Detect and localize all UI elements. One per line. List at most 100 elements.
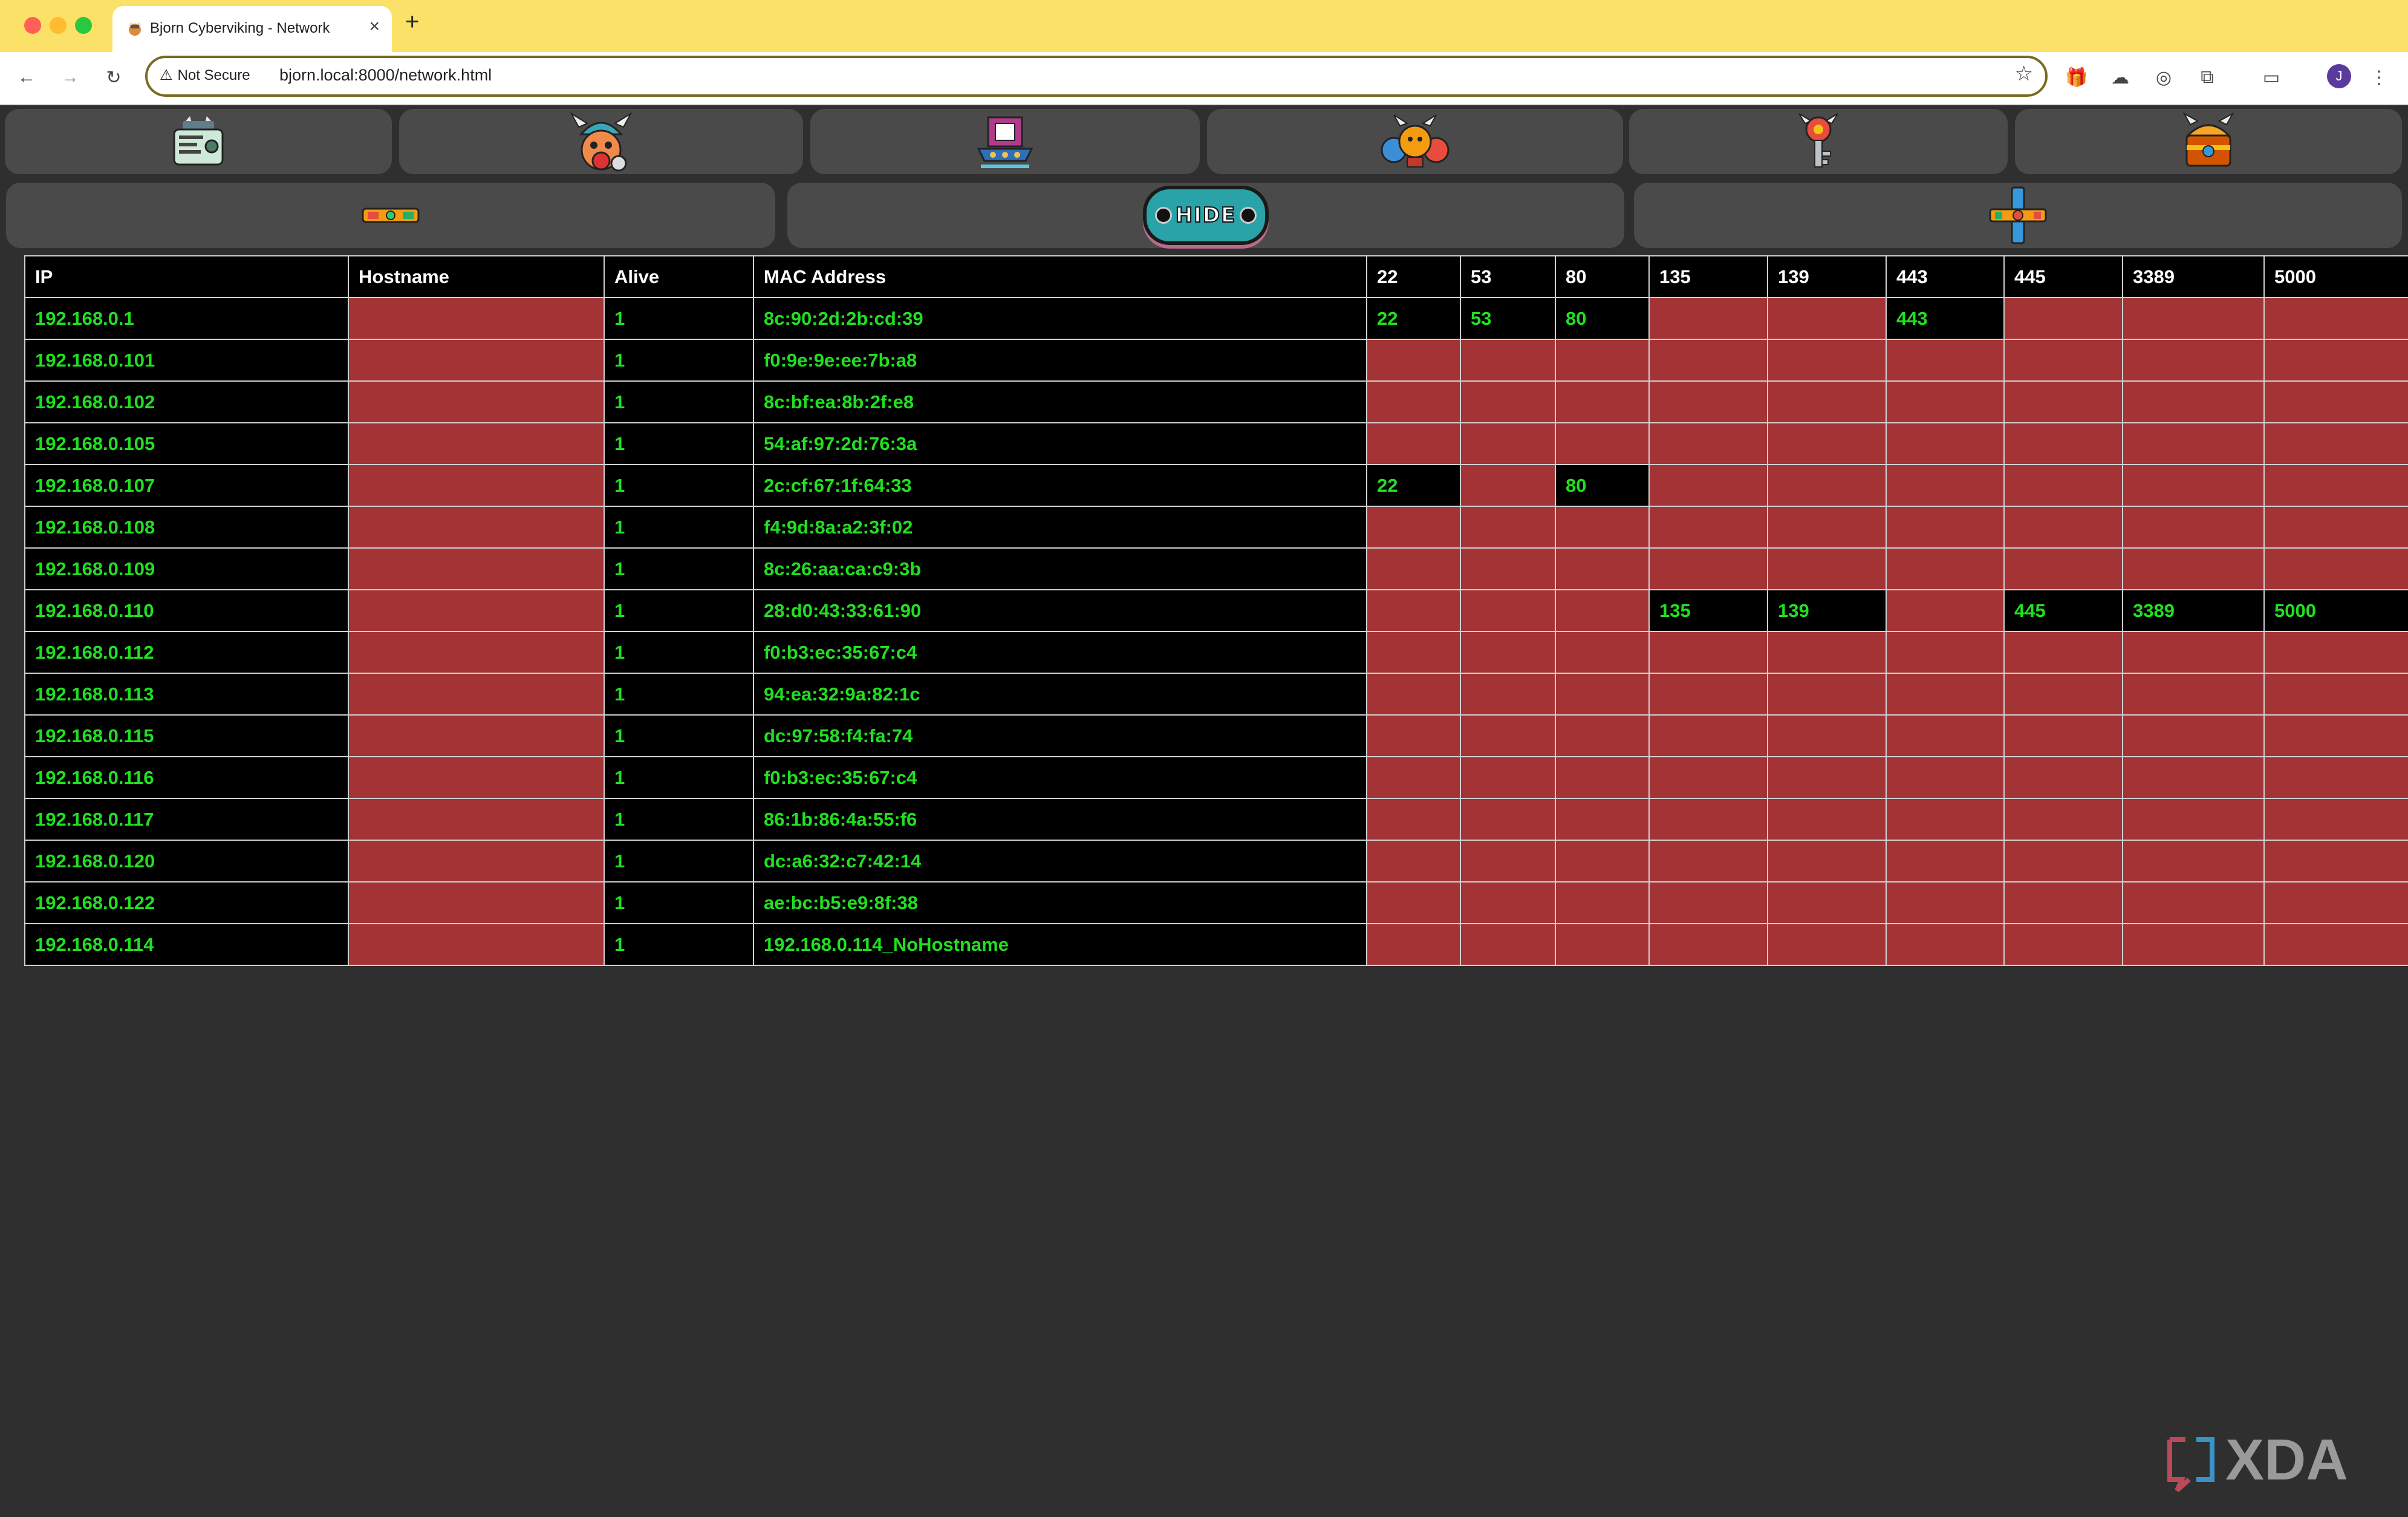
port-cell-closed: [1886, 881, 2005, 924]
hide-button-label: HIDE: [1175, 203, 1237, 228]
port-cell-closed: [2122, 673, 2265, 716]
port-cell-closed: [2003, 881, 2123, 924]
nav-button-dashboard[interactable]: [5, 109, 392, 174]
alive-cell: 1: [604, 506, 754, 549]
port-cell-closed: [2003, 756, 2123, 799]
port-cell-closed: [1648, 380, 1768, 423]
browser-tab[interactable]: Bjorn Cyberviking - Network ×: [112, 6, 392, 52]
port-cell-closed: [2003, 380, 2123, 423]
port-cell-closed: [2263, 297, 2408, 340]
port-cell-closed: [2122, 923, 2265, 966]
cross-toolbar-icon: [1989, 186, 2047, 244]
port-cell-closed: [2122, 422, 2265, 465]
reload-icon[interactable]: ↻: [99, 63, 128, 92]
ip-cell: 192.168.0.108: [24, 506, 349, 549]
port-cell-closed: [1555, 798, 1650, 841]
port-cell-closed: [1460, 840, 1556, 882]
viking-chest-icon: [2182, 112, 2234, 167]
mac-cell: f4:9d:8a:a2:3f:02: [753, 506, 1367, 549]
port-cell-closed: [1555, 547, 1650, 590]
port-cell-closed: [2003, 506, 2123, 549]
port-cell-closed: [1886, 339, 2005, 382]
column-header-139: 139: [1767, 255, 1887, 298]
header-row: IP Hostname Alive MAC Address 22 53 80 135 139 44…: [24, 255, 2408, 298]
address-bar[interactable]: ⚠ Not Secure bjorn.local:8000/network.ht…: [145, 56, 2048, 97]
port-cell-closed: [1886, 798, 2005, 841]
nav-button-settings[interactable]: [399, 109, 803, 174]
copilot-icon[interactable]: ◎: [2149, 63, 2178, 92]
forward-arrow-icon[interactable]: →: [56, 63, 85, 92]
viking-terminal-icon: [173, 116, 224, 166]
window-zoom-button[interactable]: [75, 17, 92, 34]
new-tab-icon[interactable]: +: [405, 8, 419, 36]
ip-cell: 192.168.0.112: [24, 631, 349, 674]
nav-button-attacks[interactable]: [1207, 109, 1623, 174]
back-arrow-icon[interactable]: ←: [12, 63, 41, 92]
port-cell-closed: [1366, 589, 1461, 632]
profile-avatar[interactable]: J: [2327, 64, 2351, 88]
port-cell-closed: [1366, 547, 1461, 590]
hostname-cell: [348, 631, 605, 674]
port-cell-closed: [1460, 422, 1556, 465]
toolbar-toggle-horizontal[interactable]: [6, 183, 775, 248]
media-cast-icon[interactable]: ▭: [2257, 63, 2286, 92]
port-cell-closed: [1767, 506, 1887, 549]
alive-cell: 1: [604, 547, 754, 590]
port-cell-closed: [1767, 714, 1887, 757]
port-cell-closed: [1366, 422, 1461, 465]
hostname-cell: [348, 714, 605, 757]
toolbar-toggle-cross[interactable]: [1634, 183, 2402, 248]
alive-cell: 1: [604, 673, 754, 716]
viking-gear-icon: [570, 112, 633, 172]
extensions-puzzle-icon[interactable]: ⧉: [2193, 63, 2222, 92]
more-menu-icon[interactable]: ⋮: [2364, 63, 2393, 92]
port-cell-closed: [2003, 422, 2123, 465]
port-cell-closed: [1886, 840, 2005, 882]
port-cell-open: 80: [1555, 297, 1650, 340]
port-cell-closed: [1555, 589, 1650, 632]
port-cell-closed: [1886, 547, 2005, 590]
tab-close-icon[interactable]: ×: [369, 16, 380, 37]
bookmark-star-icon[interactable]: ☆: [2015, 62, 2033, 86]
hide-button[interactable]: HIDE: [1143, 186, 1269, 245]
table-row: 192.168.0.117 1 86:1b:86:4a:55:f6: [24, 798, 2408, 841]
mac-cell: f0:9e:9e:ee:7b:a8: [753, 339, 1367, 382]
port-cell-closed: [2122, 506, 2265, 549]
port-cell-closed: [1767, 297, 1887, 340]
network-table-body: 192.168.0.1 1 8c:90:2d:2b:cd:39 22 53 80 443 19…: [24, 297, 2408, 966]
security-indicator[interactable]: ⚠ Not Secure: [160, 67, 250, 84]
port-cell-closed: [2122, 631, 2265, 674]
column-header-445: 445: [2003, 255, 2123, 298]
nav-button-loot[interactable]: [2015, 109, 2402, 174]
nav-button-network[interactable]: [810, 109, 1200, 174]
window-close-button[interactable]: [24, 17, 41, 34]
column-header-53: 53: [1460, 255, 1556, 298]
nav-button-credentials[interactable]: [1629, 109, 2008, 174]
hide-left-knob-icon: [1154, 207, 1172, 224]
port-cell-closed: [1460, 756, 1556, 799]
port-cell-closed: [1886, 714, 2005, 757]
mac-cell: 28:d0:43:33:61:90: [753, 589, 1367, 632]
port-cell-closed: [2263, 506, 2408, 549]
port-cell-open: 443: [1886, 297, 2005, 340]
port-cell-closed: [1460, 714, 1556, 757]
column-header-443: 443: [1886, 255, 2005, 298]
port-cell-closed: [1886, 589, 2005, 632]
port-cell-open: 22: [1366, 464, 1461, 507]
url-text[interactable]: bjorn.local:8000/network.html: [279, 66, 492, 85]
port-cell-closed: [1555, 631, 1650, 674]
port-cell-closed: [1648, 673, 1768, 716]
port-cell-closed: [2263, 714, 2408, 757]
network-table-header: IP Hostname Alive MAC Address 22 53 80 135 139 44…: [24, 255, 2408, 298]
window-minimize-button[interactable]: [50, 17, 67, 34]
port-cell-closed: [1366, 506, 1461, 549]
port-cell-closed: [1648, 506, 1768, 549]
port-cell-closed: [1886, 923, 2005, 966]
port-cell-closed: [1886, 673, 2005, 716]
ip-cell: 192.168.0.107: [24, 464, 349, 507]
hostname-cell: [348, 673, 605, 716]
port-cell-open: 53: [1460, 297, 1556, 340]
extension-gift-icon[interactable]: 🎁: [2062, 63, 2091, 92]
cloud-icon[interactable]: ☁: [2106, 63, 2135, 92]
port-cell-closed: [1648, 714, 1768, 757]
